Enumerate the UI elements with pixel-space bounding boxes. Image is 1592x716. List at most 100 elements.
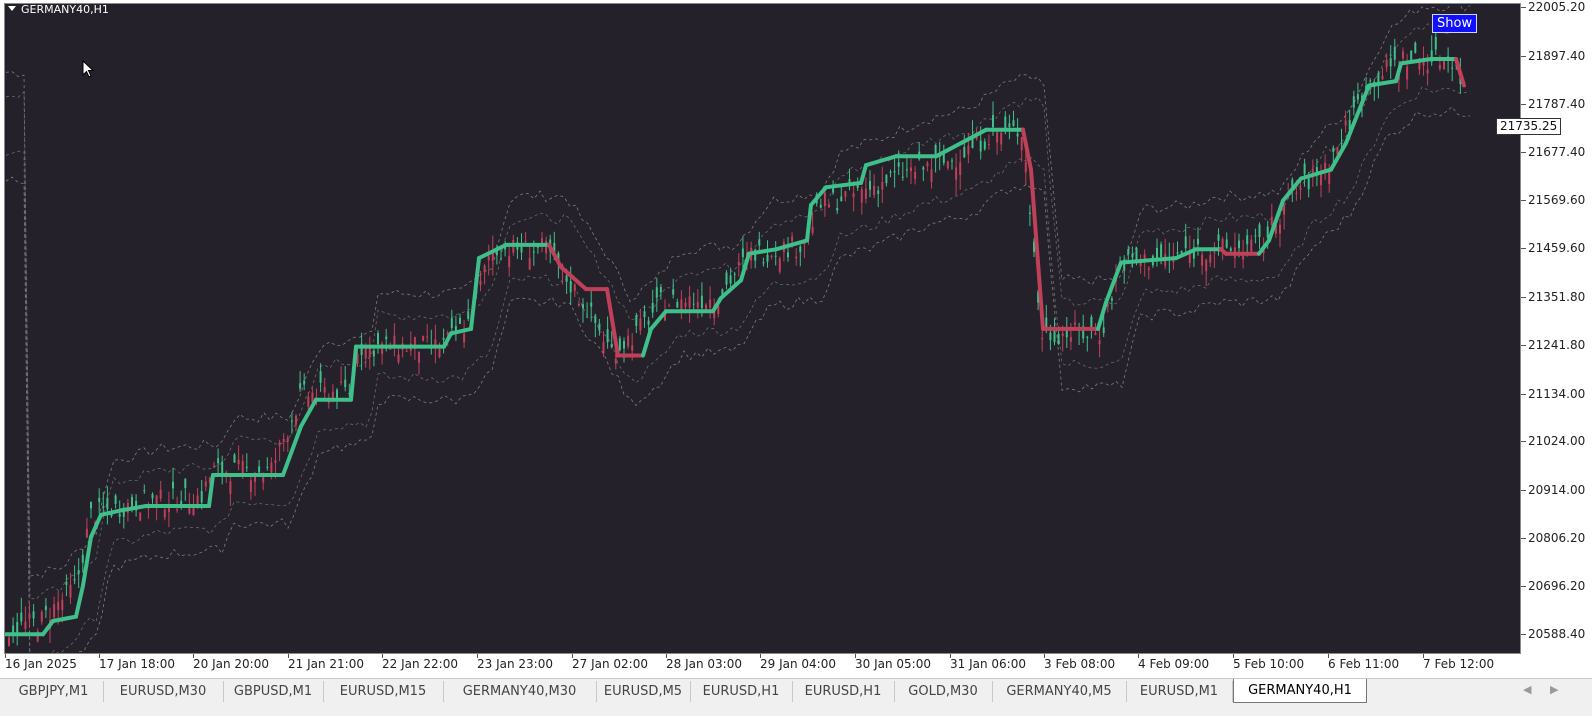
price-tick-mark xyxy=(1521,490,1526,491)
candle-body xyxy=(438,348,441,357)
trend-line-bull-segment xyxy=(824,180,863,190)
candle-body xyxy=(217,458,220,464)
candle-body xyxy=(893,171,896,173)
tab-germany40-m30[interactable]: GERMANY40,M30 xyxy=(443,681,597,702)
price-tick-mark xyxy=(1521,394,1526,395)
candle-body xyxy=(249,480,252,492)
envelope-band-line xyxy=(5,4,1471,578)
candle-body xyxy=(77,570,80,574)
trend-line-bear-segment xyxy=(559,265,588,292)
trend-line-bull-segment xyxy=(99,508,123,517)
candle-body xyxy=(418,352,420,363)
candle-body xyxy=(340,381,343,383)
time-tick-label: 29 Jan 04:00 xyxy=(760,657,836,671)
symbol-title[interactable]: GERMANY40,H1 xyxy=(8,3,109,16)
candle-body xyxy=(655,287,658,298)
candle-body xyxy=(16,622,19,634)
triangle-down-icon[interactable] xyxy=(8,6,16,11)
arrow-right-icon[interactable]: ▶ xyxy=(1550,683,1558,696)
price-tick-label: 21787.40 xyxy=(1528,97,1586,111)
chart-plot-area[interactable] xyxy=(4,3,1521,654)
trend-line-bull-segment xyxy=(469,256,481,331)
candle-body xyxy=(631,345,634,351)
tab-gbpjpy-m1[interactable]: GBPJPY,M1 xyxy=(4,681,104,702)
candle-body xyxy=(274,460,277,464)
candle-body xyxy=(1238,240,1240,249)
candle-body xyxy=(1102,327,1105,333)
candle-body xyxy=(1028,212,1031,214)
candle-body xyxy=(791,236,794,242)
candle-body xyxy=(733,273,736,275)
candle-body xyxy=(618,338,621,351)
candle-body xyxy=(1057,333,1060,345)
tab-eurusd-m15[interactable]: EURUSD,M15 xyxy=(323,681,444,702)
tab-eurusd-h1[interactable]: EURUSD,H1 xyxy=(690,681,793,702)
candle-body xyxy=(705,304,707,310)
price-tick-label: 20588.40 xyxy=(1528,627,1586,641)
tab-eurusd-m1[interactable]: EURUSD,M1 xyxy=(1126,681,1233,702)
tab-eurusd-m5[interactable]: EURUSD,M5 xyxy=(596,681,691,702)
candle-body xyxy=(282,438,285,442)
candle-body xyxy=(877,190,880,194)
price-tick-label: 21134.00 xyxy=(1528,387,1586,401)
candle-body xyxy=(1205,259,1208,272)
candle-body xyxy=(1307,178,1310,190)
candle-body xyxy=(1352,96,1355,108)
envelope-band-line xyxy=(5,86,1471,653)
candle-body xyxy=(159,489,162,499)
trend-line-bull-segment xyxy=(1399,57,1433,66)
candle-body xyxy=(114,495,117,504)
price-tick-mark xyxy=(1521,56,1526,57)
tab-germany40-h1[interactable]: GERMANY40,H1 xyxy=(1233,679,1367,703)
candle-body xyxy=(926,162,929,167)
tab-eurusd-m30[interactable]: EURUSD,M30 xyxy=(103,681,224,702)
price-tick-mark xyxy=(1521,104,1526,105)
candle-body xyxy=(1004,116,1007,129)
trend-line-bull-segment xyxy=(349,344,358,402)
candle-body xyxy=(1176,252,1179,254)
tab-gbpusd-m1[interactable]: GBPUSD,M1 xyxy=(223,681,324,702)
candle-body xyxy=(778,258,781,272)
candle-body xyxy=(1061,333,1064,337)
trend-line-bull-segment xyxy=(809,185,828,207)
candle-body xyxy=(98,497,101,502)
candle-body xyxy=(659,287,662,293)
candle-body xyxy=(1303,163,1306,175)
candle-body xyxy=(344,379,347,388)
candle-body xyxy=(102,506,105,509)
arrow-left-icon[interactable]: ◀ xyxy=(1523,683,1531,696)
candle-body xyxy=(61,599,64,611)
candle-body xyxy=(1451,67,1454,69)
trend-line-bull-segment xyxy=(1119,256,1178,265)
candle-body xyxy=(885,174,888,184)
candle-body xyxy=(258,466,261,473)
candle-body xyxy=(500,258,502,260)
candle-body xyxy=(651,303,654,313)
candle-body xyxy=(795,256,798,259)
candle-body xyxy=(139,512,142,521)
candle-body xyxy=(1217,234,1220,241)
candle-body xyxy=(463,333,466,343)
candle-body xyxy=(1356,94,1359,100)
candle-body xyxy=(1131,253,1134,258)
price-tick-mark xyxy=(1521,586,1526,587)
candle-body xyxy=(1250,239,1253,252)
candle-body xyxy=(684,302,687,307)
candle-body xyxy=(700,295,703,309)
candle-body xyxy=(774,255,777,257)
candle-body xyxy=(737,262,740,265)
candle-body xyxy=(676,302,679,308)
time-tick-label: 31 Jan 06:00 xyxy=(950,657,1026,671)
candle-body xyxy=(1147,268,1150,270)
tab-gold-m30[interactable]: GOLD,M30 xyxy=(894,681,993,702)
candle-body xyxy=(229,481,232,494)
candle-body xyxy=(241,460,244,475)
candle-body xyxy=(1402,51,1404,59)
tab-germany40-m5[interactable]: GERMANY40,M5 xyxy=(992,681,1127,702)
candle-body xyxy=(303,380,306,385)
candle-body xyxy=(725,272,728,285)
candle-body xyxy=(1020,137,1023,151)
show-button[interactable]: Show xyxy=(1432,14,1478,33)
candle-body xyxy=(331,391,334,398)
tab-eurusd-h1[interactable]: EURUSD,H1 xyxy=(792,681,895,702)
